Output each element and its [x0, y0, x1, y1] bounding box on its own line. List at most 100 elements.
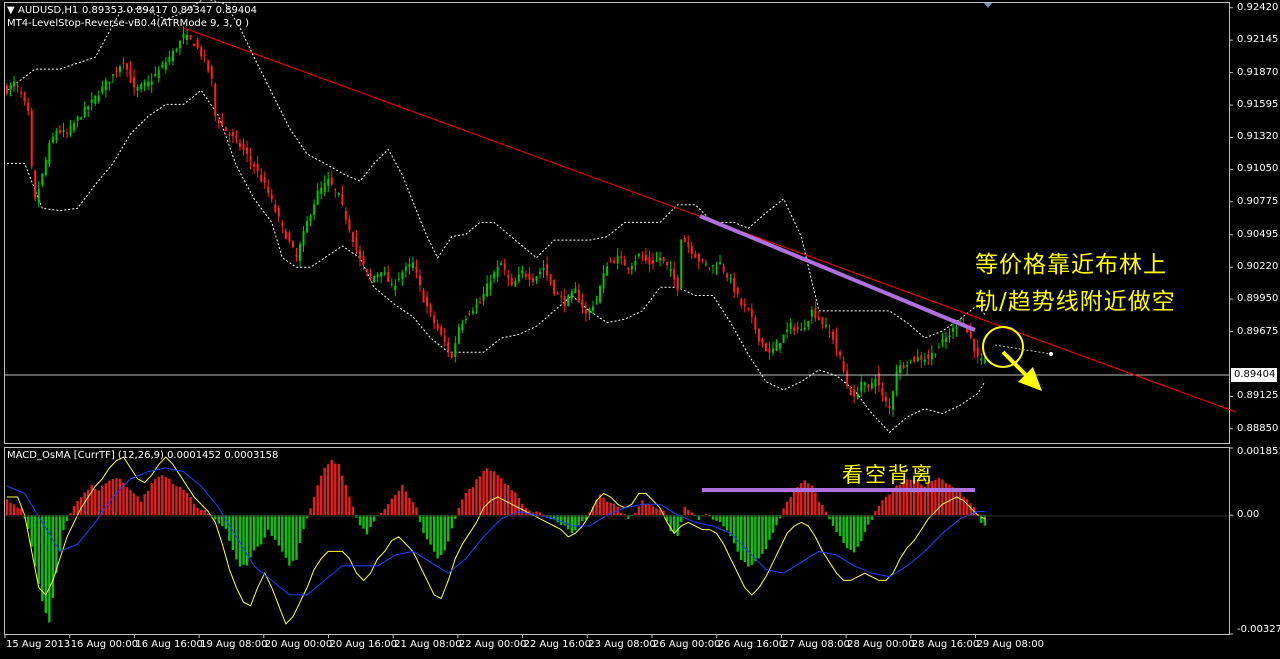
annotation-short-line2: 轨/趋势线附近做空 [975, 289, 1176, 315]
macd-bar [761, 515, 764, 554]
macd-bar [196, 507, 199, 516]
macd-bar [182, 489, 185, 516]
candle-body [327, 178, 330, 186]
candle-body [101, 86, 104, 93]
candle-body [9, 85, 12, 91]
candle-body [595, 299, 598, 301]
candle-body [41, 173, 44, 186]
macd-bar [16, 507, 19, 516]
candle-body [775, 342, 778, 351]
macd-bar [764, 515, 768, 550]
macd-bar [485, 468, 489, 516]
macd-bar [651, 506, 655, 516]
candle-body [733, 277, 736, 292]
candle-body [394, 285, 397, 290]
macd-bar [425, 515, 429, 540]
projection-dot [1049, 352, 1053, 356]
macd-bar [620, 512, 623, 516]
macd-bar [510, 490, 513, 516]
macd-bar [150, 483, 153, 516]
time-tick-label: 19 Aug 08:00 [200, 639, 268, 650]
candle-body [80, 117, 83, 120]
macd-bar [965, 499, 969, 516]
main-header-arrow[interactable]: ▼ [7, 5, 15, 17]
macd-bar [687, 509, 690, 516]
macd-bar [249, 515, 252, 558]
candle-body [496, 266, 499, 277]
chart-svg[interactable] [0, 0, 1280, 655]
candle-body [355, 236, 358, 250]
candle-body [743, 303, 746, 306]
candle-body [620, 256, 623, 259]
candle-body [761, 338, 764, 344]
macd-bar [489, 470, 492, 516]
macd-bar [221, 515, 224, 527]
candle-body [683, 238, 686, 243]
macd-bar [51, 515, 55, 599]
candle-body [189, 35, 192, 40]
candle-body [270, 194, 273, 200]
candle-body [697, 254, 700, 262]
macd-bar [175, 486, 178, 516]
time-tick-label: 20 Aug 16:00 [329, 639, 397, 650]
macd-bar [888, 494, 891, 516]
macd-bar [496, 475, 499, 516]
macd-bar [86, 489, 90, 516]
candle-body [397, 278, 400, 280]
candle-body [740, 298, 743, 306]
candle-body [348, 219, 351, 231]
candle-body [154, 74, 157, 77]
candle-body [574, 288, 577, 294]
candle-body [436, 323, 439, 330]
candle-body [168, 56, 171, 62]
candle-body [55, 131, 58, 140]
candle-body [510, 277, 513, 285]
macd-bar [302, 515, 305, 530]
macd-bar [736, 515, 739, 552]
macd-bar [291, 515, 295, 561]
macd-bar [129, 490, 132, 516]
time-tick-label: 15 Aug 2013 [6, 639, 71, 650]
candle-body [641, 256, 644, 258]
chart-stage[interactable]: ▼ AUDUSD,H1 0.89353 0.89417 0.89347 0.89… [0, 0, 1280, 655]
candle-body [122, 62, 125, 64]
candle-body [23, 92, 26, 102]
macd-bar [58, 515, 62, 552]
macd-bar [394, 494, 397, 516]
candle-body [143, 82, 146, 87]
candle-body [736, 287, 739, 295]
macd-bar [154, 479, 157, 516]
macd-bar [821, 504, 824, 516]
candle-body [793, 327, 796, 331]
candle-body [955, 327, 958, 330]
macd-bar [242, 515, 245, 565]
macd-bar [740, 515, 743, 561]
macd-bar [937, 477, 941, 516]
candle-body [750, 309, 753, 317]
candle-body [51, 136, 54, 143]
candle-body [48, 142, 51, 165]
candle-body [178, 40, 181, 49]
macd-bar [623, 514, 626, 516]
candle-body [76, 116, 79, 121]
indicator-label: MT4-LevelStop-Reverse-vB0.4(ATRMode 9, 3… [7, 18, 249, 29]
macd-bar [429, 515, 432, 545]
candle-body [577, 289, 580, 302]
macd-bar [676, 515, 679, 537]
macd-bar [136, 496, 139, 516]
macd-bar [782, 508, 785, 516]
macd-bar [492, 471, 496, 516]
candle-body [471, 310, 474, 314]
macd-bar [853, 515, 856, 553]
candle-body [800, 329, 803, 331]
macd-bar [874, 511, 877, 516]
candle-body [341, 193, 344, 204]
macd-bar [732, 515, 736, 544]
macd-bar [863, 515, 866, 532]
candle-body [881, 387, 884, 396]
candle-body [966, 328, 969, 333]
macd-bar [754, 515, 757, 562]
macd-bar [517, 497, 521, 516]
macd-bar [867, 515, 870, 525]
candle-body [666, 262, 669, 266]
